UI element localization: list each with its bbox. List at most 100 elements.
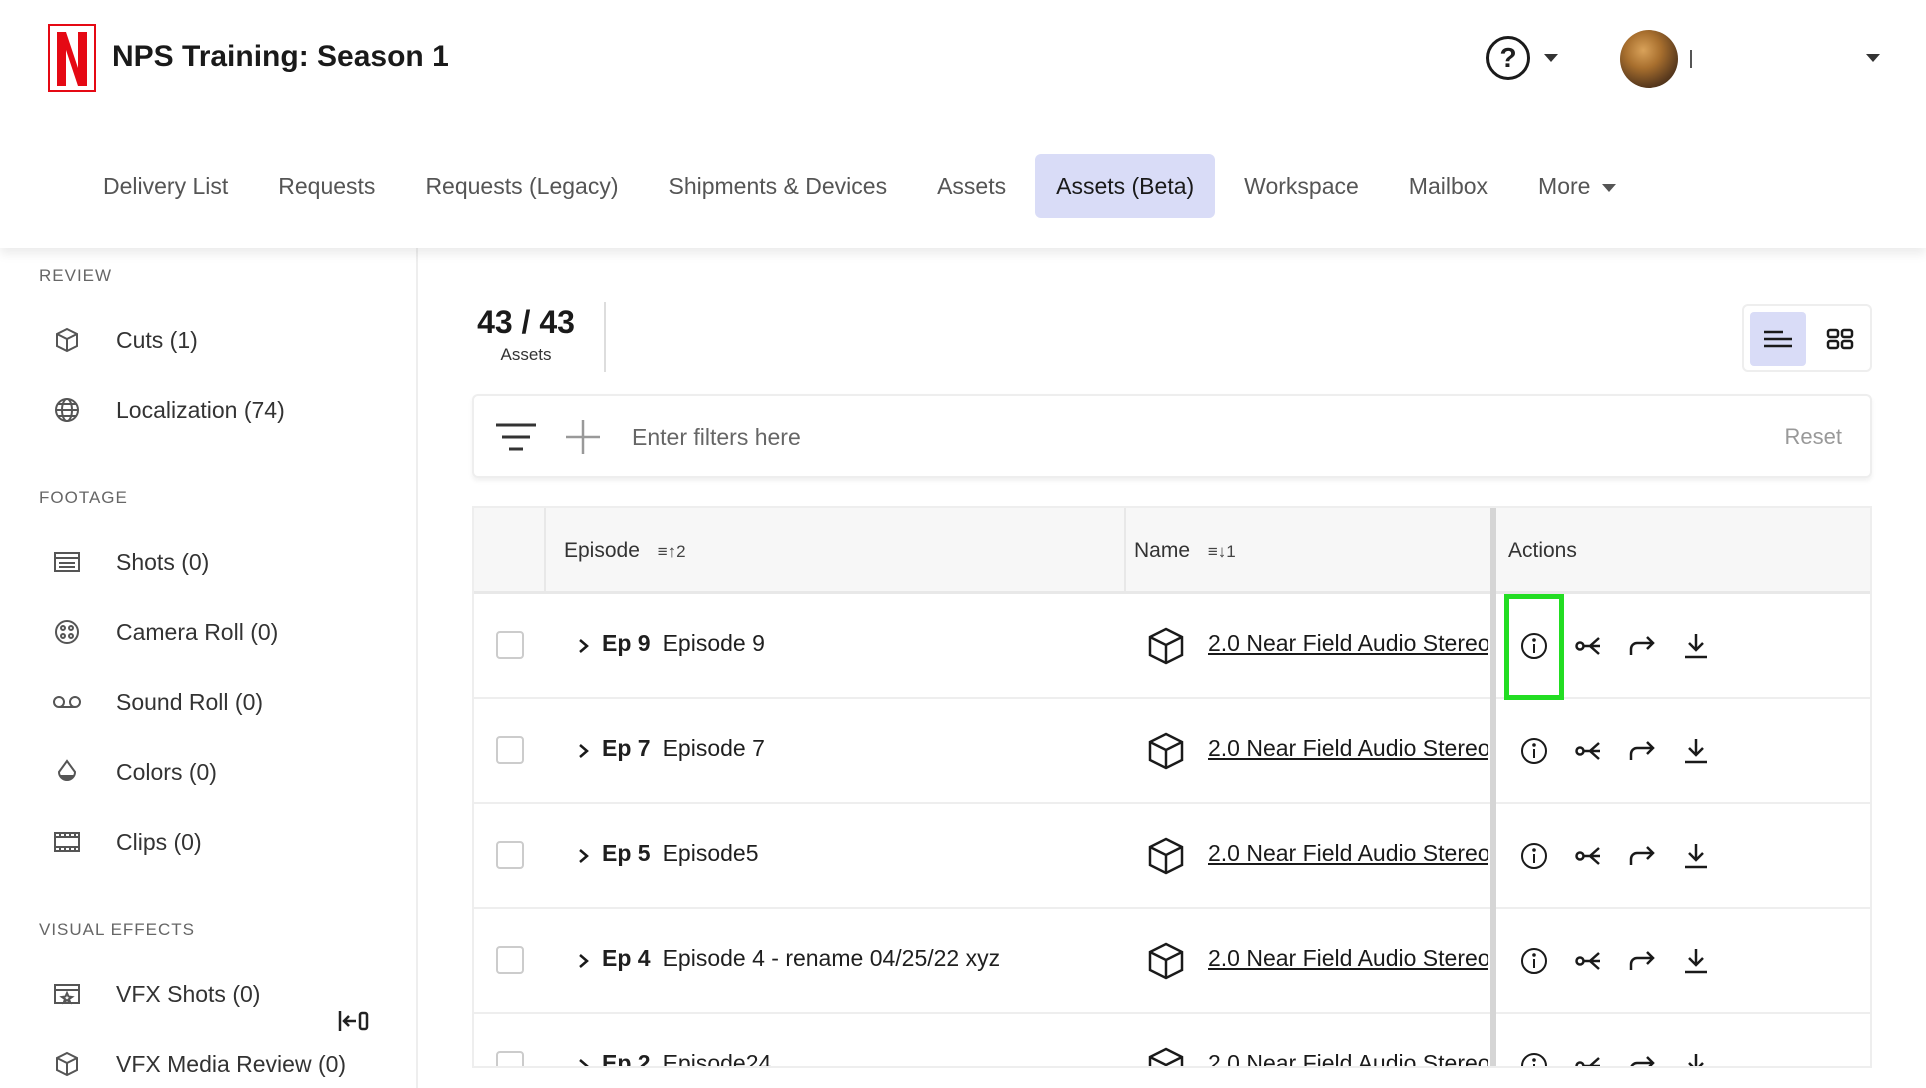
chevron-down-icon[interactable] [1866, 54, 1880, 62]
asset-name-link[interactable]: 2.0 Near Field Audio Stereo [1208, 945, 1488, 972]
tab-workspace[interactable]: Workspace [1223, 154, 1380, 218]
sidebar-item-localization[interactable]: Localization (74) [52, 390, 285, 430]
sidebar-item-sound-roll[interactable]: Sound Roll (0) [52, 682, 263, 722]
chevron-right-icon[interactable] [576, 842, 592, 870]
sort-desc-icon[interactable]: ≡↓1 [1208, 542, 1236, 561]
table-row[interactable]: Ep 4 Episode 4 - rename 04/25/22 xyz 2.0 … [474, 909, 1870, 1014]
row-checkbox[interactable] [496, 736, 524, 764]
filter-icon[interactable] [494, 422, 538, 457]
download-icon[interactable] [1680, 1050, 1712, 1066]
sidebar-item-vfx-media-review[interactable]: VFX Media Review (0) [52, 1044, 346, 1084]
table-row[interactable]: Ep 9 Episode 9 2.0 Near Field Audio Stere… [474, 594, 1870, 699]
tab-requests-legacy[interactable]: Requests (Legacy) [404, 154, 639, 218]
globe-icon [52, 395, 82, 425]
user-name [1690, 50, 1692, 68]
reset-button[interactable]: Reset [1785, 424, 1842, 450]
chevron-right-icon[interactable] [576, 947, 592, 975]
share-icon[interactable] [1572, 840, 1604, 872]
project-title[interactable]: NPS Training: Season 1 [112, 40, 449, 74]
episode-title: Episode 7 [662, 735, 765, 761]
info-icon[interactable] [1518, 840, 1550, 872]
sidebar-item-label: Clips (0) [116, 828, 202, 855]
episode-cell: Ep 4 Episode 4 - rename 04/25/22 xyz [602, 945, 1000, 972]
sidebar-item-vfx-shots[interactable]: VFX Shots (0) [52, 974, 260, 1014]
tab-mailbox[interactable]: Mailbox [1388, 154, 1509, 218]
asset-name-link[interactable]: 2.0 Near Field Audio Stereo [1208, 1050, 1488, 1066]
chevron-down-icon [1602, 183, 1617, 192]
tab-assets-beta[interactable]: Assets (Beta) [1035, 154, 1216, 218]
cube-icon [1146, 836, 1186, 881]
tab-assets[interactable]: Assets [916, 154, 1027, 218]
column-actions: Actions [1508, 539, 1577, 562]
forward-icon[interactable] [1626, 945, 1658, 977]
sidebar-item-label: Sound Roll (0) [116, 688, 264, 715]
collapse-sidebar-icon[interactable] [338, 1008, 370, 1034]
assets-table: Episode ≡↑2 Name ≡↓1 Actions Ep 9 Episode… [472, 506, 1872, 1068]
share-icon[interactable] [1572, 1050, 1604, 1066]
list-view-button[interactable] [1750, 312, 1806, 366]
filter-input[interactable] [632, 416, 1632, 458]
chevron-right-icon[interactable] [576, 1052, 592, 1066]
forward-icon[interactable] [1626, 840, 1658, 872]
table-row[interactable]: Ep 5 Episode5 2.0 Near Field Audio Stereo [474, 804, 1870, 909]
row-checkbox[interactable] [496, 631, 524, 659]
download-icon[interactable] [1680, 840, 1712, 872]
cube-icon [1146, 731, 1186, 776]
column-name[interactable]: Name ≡↓1 [1114, 508, 1404, 594]
row-checkbox[interactable] [496, 946, 524, 974]
episode-cell: Ep 5 Episode5 [602, 840, 759, 867]
chevron-right-icon[interactable] [576, 632, 592, 660]
episode-number: Ep 7 [602, 735, 651, 761]
plus-icon[interactable] [564, 418, 602, 461]
highlight-box [1504, 594, 1564, 700]
tab-requests[interactable]: Requests [257, 154, 396, 218]
forward-icon[interactable] [1626, 735, 1658, 767]
cube-icon [52, 325, 82, 355]
sidebar-item-cuts[interactable]: Cuts (1) [52, 320, 198, 360]
episode-title: Episode24 [662, 1050, 772, 1068]
share-icon[interactable] [1572, 630, 1604, 662]
share-icon[interactable] [1572, 945, 1604, 977]
chevron-right-icon[interactable] [576, 737, 592, 765]
sort-asc-icon[interactable]: ≡↑2 [658, 542, 686, 561]
episode-title: Episode5 [662, 840, 759, 866]
tab-shipments-devices[interactable]: Shipments & Devices [647, 154, 908, 218]
forward-icon[interactable] [1626, 1050, 1658, 1066]
filter-bar: Reset [472, 394, 1872, 478]
download-icon[interactable] [1680, 735, 1712, 767]
section-review: REVIEW [39, 266, 113, 285]
column-resize-handle[interactable] [1490, 508, 1496, 1066]
sidebar-item-clips[interactable]: Clips (0) [52, 822, 202, 862]
film-reel-icon [52, 617, 82, 647]
column-episode[interactable]: Episode ≡↑2 [544, 508, 1084, 594]
table-row[interactable]: Ep 2 Episode24 2.0 Near Field Audio Stere… [474, 1014, 1870, 1068]
help-icon[interactable]: ? [1486, 36, 1530, 80]
grid-view-button[interactable] [1812, 312, 1868, 366]
tab-delivery-list[interactable]: Delivery List [82, 154, 249, 218]
sidebar: REVIEW Cuts (1) Localization (74) FOOTAG… [0, 248, 418, 1088]
table-row[interactable]: Ep 7 Episode 7 2.0 Near Field Audio Stere… [474, 699, 1870, 804]
sidebar-item-label: Camera Roll (0) [116, 618, 279, 645]
row-checkbox[interactable] [496, 841, 524, 869]
sidebar-item-colors[interactable]: Colors (0) [52, 752, 217, 792]
info-icon[interactable] [1518, 735, 1550, 767]
download-icon[interactable] [1680, 630, 1712, 662]
netflix-logo[interactable] [48, 24, 96, 92]
info-icon[interactable] [1518, 1050, 1550, 1066]
user-avatar[interactable] [1620, 30, 1678, 88]
tab-more[interactable]: More [1517, 154, 1637, 218]
sidebar-item-camera-roll[interactable]: Camera Roll (0) [52, 612, 278, 652]
sidebar-item-shots[interactable]: Shots (0) [52, 542, 209, 582]
asset-name-link[interactable]: 2.0 Near Field Audio Stereo [1208, 840, 1488, 867]
forward-icon[interactable] [1626, 630, 1658, 662]
share-icon[interactable] [1572, 735, 1604, 767]
episode-cell: Ep 7 Episode 7 [602, 735, 765, 762]
info-icon[interactable] [1518, 945, 1550, 977]
download-icon[interactable] [1680, 945, 1712, 977]
chevron-down-icon[interactable] [1544, 54, 1558, 62]
row-checkbox[interactable] [496, 1051, 524, 1066]
asset-name-link[interactable]: 2.0 Near Field Audio Stereo [1208, 630, 1488, 657]
asset-name-link[interactable]: 2.0 Near Field Audio Stereo [1208, 735, 1488, 762]
table-header: Episode ≡↑2 Name ≡↓1 Actions [474, 508, 1870, 594]
section-footage: FOOTAGE [39, 488, 128, 507]
